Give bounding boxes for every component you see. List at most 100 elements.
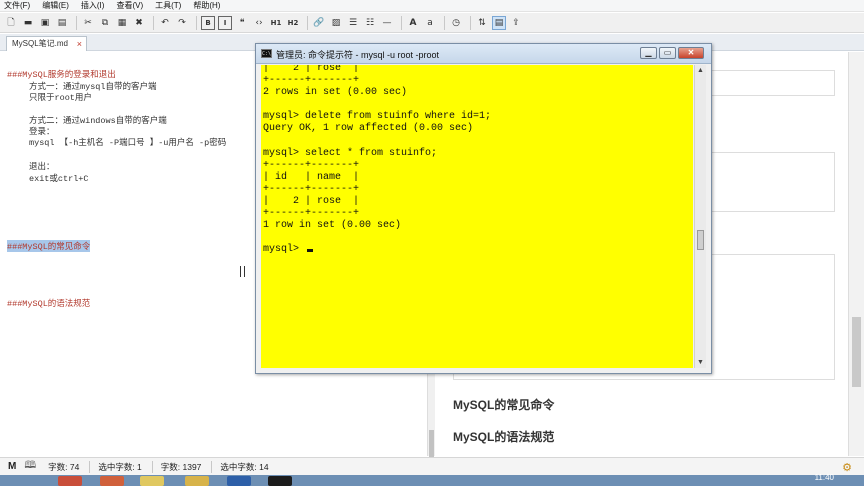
copy-icon[interactable]: ⧉ [98,16,112,30]
toolbar-separator [196,15,197,30]
quote-icon[interactable]: ❝ [235,16,249,30]
status-divider [211,460,213,473]
editor-line: ###MySQL的语法规范 [7,299,91,309]
taskbar-app-icon[interactable] [58,476,82,486]
taskbar-app-icon[interactable] [227,476,251,486]
menu-bar: 文件(F) 编辑(E) 插入(I) 查看(V) 工具(T) 帮助(H) [0,0,864,12]
close-icon[interactable]: × [77,37,82,51]
console-line: mysql> delete from stuinfo where id=1; [263,111,492,123]
console-scrollbar[interactable]: ▲ ▼ [694,65,706,368]
menu-edit[interactable]: 编辑(E) [42,0,69,11]
unordered-list-icon[interactable]: ☷ [363,16,377,30]
font-smaller-icon[interactable]: a [423,16,437,30]
toolbar-separator [444,15,445,30]
taskbar-app-icon[interactable] [185,476,209,486]
gear-icon[interactable]: ⚙ [842,461,852,474]
horizontal-rule-icon[interactable]: — [380,16,394,30]
taskbar-app-icon[interactable] [100,476,124,486]
status-divider [151,460,153,473]
console-line: | id | name | [263,171,360,183]
save-icon[interactable]: ▣ [38,16,52,30]
h2-icon[interactable]: H2 [286,16,300,30]
toolbar-separator [307,15,308,30]
scrollbar-thumb[interactable] [697,230,704,250]
markdown-icon[interactable]: M [8,461,16,472]
editor-line: mysql 【-h主机名 -P端口号 】-u用户名 -p密码 [29,138,227,148]
scroll-up-icon[interactable]: ▲ [695,65,706,76]
undo-icon[interactable]: ↶ [158,16,172,30]
toolbar-separator [401,15,402,30]
console-line: mysql> select * from stuinfo; [263,147,438,159]
text-cursor-icon [240,266,245,277]
minimize-button[interactable]: ▁ [640,47,657,59]
paste-icon[interactable]: ▦ [115,16,129,30]
window-titlebar[interactable]: C:\ 管理员: 命令提示符 - mysql -u root -proot ▁ … [256,44,711,64]
link-icon[interactable]: 🔗 [312,16,326,30]
editor-line-selected: ###MySQL的常见命令 [7,240,91,252]
code-icon[interactable]: ‹› [252,16,266,30]
status-bar: M 🕮 字数: 74 选中字数: 1 字数: 1397 选中字数: 14 ⚙ [0,457,864,475]
editor-line: exit或ctrl+C [29,174,89,184]
preview-heading: MySQL的语法规范 [453,430,555,444]
h1-icon[interactable]: H1 [269,16,283,30]
clock-icon[interactable]: ◷ [449,16,463,30]
ordered-list-icon[interactable]: ☰ [346,16,360,30]
export-icon[interactable]: ⇪ [509,16,523,30]
status-word-count: 字数: 1397 [160,461,202,472]
console-cursor [307,249,314,253]
status-selected-chars: 选中字数: 1 [98,461,142,472]
menu-insert[interactable]: 插入(I) [81,0,105,11]
scrollbar-thumb[interactable] [852,317,861,387]
editor-line: ###MySQL服务的登录和退出 [7,70,116,80]
open-folder-icon[interactable]: ▬ [21,16,35,30]
console-line: 2 rows in set (0.00 sec) [263,87,408,99]
preview-heading: MySQL的常见命令 [453,398,555,412]
menu-file[interactable]: 文件(F) [4,0,30,11]
console-line: +------+-------+ [263,183,360,195]
console-icon: C:\ [261,49,272,58]
new-file-icon[interactable]: 🗋 [4,16,18,30]
editor-line: 只限于root用户 [29,93,92,103]
close-button[interactable]: ✕ [678,47,704,59]
console-line: +------+-------+ [263,208,360,220]
console-line: | 2 | rose | [263,196,360,208]
status-selected-words: 选中字数: 14 [220,461,269,472]
cut-icon[interactable]: ✂ [81,16,95,30]
tab-label: MySQL笔记.md [12,39,69,48]
sync-scroll-icon[interactable]: ⇅ [475,16,489,30]
save-as-icon[interactable]: ▤ [55,16,69,30]
toolbar-separator [153,15,154,30]
menu-view[interactable]: 查看(V) [116,0,143,11]
console-screen[interactable]: | 2 | rose | +------+-------+ 2 rows in … [261,65,693,368]
window-title: 管理员: 命令提示符 - mysql -u root -proot [276,50,440,60]
redo-icon[interactable]: ↷ [175,16,189,30]
command-prompt-window[interactable]: C:\ 管理员: 命令提示符 - mysql -u root -proot ▁ … [255,43,712,374]
font-larger-icon[interactable]: A [406,16,420,30]
toolbar: 🗋 ▬ ▣ ▤ ✂ ⧉ ▦ ✖ ↶ ↷ B I ❝ ‹› H1 H2 🔗 ▨ ☰… [0,13,864,33]
delete-icon[interactable]: ✖ [132,16,146,30]
console-prompt: mysql> [263,244,306,256]
image-icon[interactable]: ▨ [329,16,343,30]
preview-icon[interactable]: ▤ [492,15,506,30]
status-divider [89,460,91,473]
bold-icon[interactable]: B [201,15,215,30]
maximize-button[interactable]: ▭ [659,47,676,59]
status-char-count: 字数: 74 [48,461,80,472]
menu-help[interactable]: 帮助(H) [193,0,220,11]
taskbar-clock: 11:40 [814,473,834,482]
editor-line: 退出： [29,162,55,172]
preview-scrollbar[interactable] [848,52,864,456]
console-line: +------+-------+ [263,75,360,87]
toolbar-separator [470,15,471,30]
tab-mysql-notes[interactable]: MySQL笔记.md × [6,36,88,51]
console-line: +------+-------+ [263,159,360,171]
taskbar-app-icon[interactable] [140,476,164,486]
book-icon[interactable]: 🕮 [24,458,36,475]
scroll-down-icon[interactable]: ▼ [695,357,706,368]
toolbar-separator [76,15,77,30]
taskbar: 11:40 [0,473,864,486]
taskbar-console-icon[interactable] [268,476,292,486]
console-line: | 2 | rose | [263,65,360,74]
menu-tools[interactable]: 工具(T) [155,0,181,11]
italic-icon[interactable]: I [218,15,232,30]
